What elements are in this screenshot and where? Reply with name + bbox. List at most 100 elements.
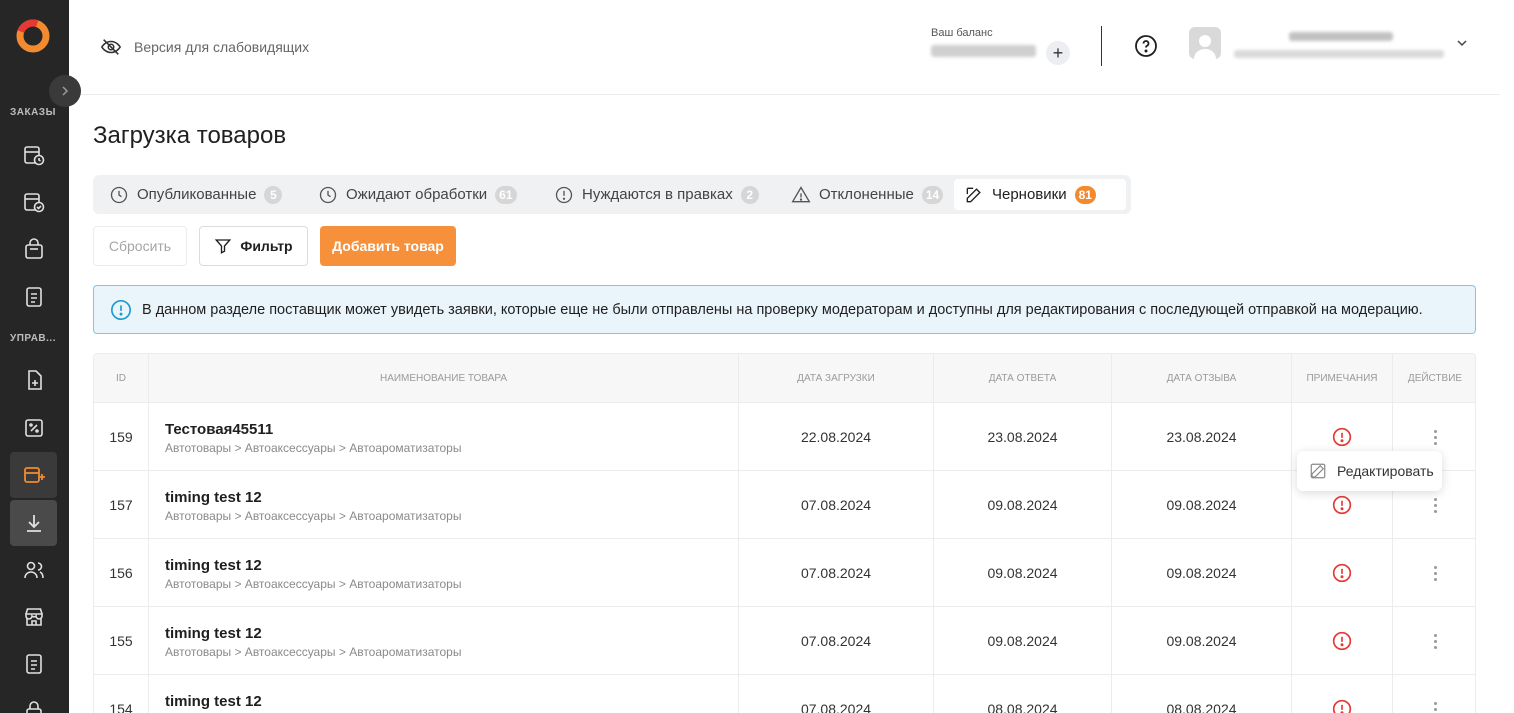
user-icon	[1194, 35, 1216, 59]
table-row[interactable]: 154timing test 12Автотовары > Автоаксесс…	[94, 675, 1475, 713]
sidebar-item-add-product[interactable]	[10, 452, 57, 498]
tab-label: Ожидают обработки	[346, 186, 488, 203]
logo-icon[interactable]	[14, 16, 52, 54]
cell-notes[interactable]	[1292, 607, 1393, 675]
column-header-answer-date[interactable]: Дата ответа	[934, 354, 1112, 403]
cell-notes[interactable]	[1292, 539, 1393, 607]
cell-upload-date: 07.08.2024	[739, 471, 934, 539]
tab-drafts[interactable]: Черновики 81	[954, 179, 1126, 210]
product-title[interactable]: timing test 12	[165, 625, 262, 642]
sidebar-item-store[interactable]	[10, 594, 57, 640]
sidebar-item-upload[interactable]	[10, 500, 57, 546]
document-icon	[25, 287, 42, 307]
cell-action[interactable]	[1393, 539, 1475, 607]
product-category: Автотовары > Автоаксессуары > Автоаромат…	[165, 509, 462, 523]
user-name-blurred[interactable]	[1289, 32, 1393, 41]
table-row[interactable]: 156 timing test 12 Автотовары > Автоаксесс…	[94, 539, 1475, 607]
cell-id: 156	[94, 539, 149, 607]
alert-circle-icon[interactable]	[1332, 427, 1352, 447]
tab-label: Нуждаются в правках	[582, 186, 733, 203]
cart-clock-icon	[23, 146, 44, 166]
chevron-down-icon[interactable]	[1455, 36, 1469, 50]
user-email-blurred[interactable]	[1234, 50, 1444, 58]
sidebar-item-bag[interactable]	[10, 226, 57, 272]
column-header-withdraw-date[interactable]: Дата отзыва	[1112, 354, 1292, 403]
cell-withdraw-date: 23.08.2024	[1112, 403, 1292, 471]
bag-icon	[24, 238, 43, 259]
edit-icon	[966, 187, 981, 202]
cell-withdraw-date: 09.08.2024	[1112, 607, 1292, 675]
info-banner: В данном разделе поставщик может увидеть…	[93, 285, 1476, 334]
cell-withdraw-date: 09.08.2024	[1112, 471, 1292, 539]
sidebar-item-reports[interactable]	[10, 641, 57, 687]
column-header-id[interactable]: ID	[94, 354, 149, 403]
edit-menu-item[interactable]: Редактировать	[1337, 463, 1434, 479]
alert-circle-icon	[555, 186, 573, 203]
alert-circle-icon[interactable]	[1332, 495, 1352, 515]
help-icon[interactable]	[1134, 34, 1158, 58]
product-title[interactable]: timing test 12	[165, 693, 262, 710]
product-category: Автотовары > Автоаксессуары > Автоаромат…	[165, 441, 462, 455]
add-product-button[interactable]: Добавить товар	[320, 226, 456, 266]
sidebar-item-users[interactable]	[10, 547, 57, 593]
tab-published[interactable]: Опубликованные 5	[99, 179, 292, 210]
sidebar-item-discounts[interactable]	[10, 405, 57, 451]
tab-pending[interactable]: Ожидают обработки 61	[308, 179, 527, 210]
info-text: В данном разделе поставщик может увидеть…	[142, 301, 1423, 318]
table-row[interactable]: 159 Тестовая45511 Автотовары > Автоаксессу…	[94, 403, 1475, 471]
column-header-name[interactable]: Наименование товара	[149, 354, 739, 403]
cell-name: timing test 12 Автотовары > Автоаксессуар…	[149, 539, 739, 607]
tab-count-badge: 81	[1074, 185, 1096, 204]
sidebar-collapse-button[interactable]	[49, 75, 81, 107]
more-vertical-icon[interactable]	[1433, 565, 1437, 581]
cell-answer-date: 08.08.2024	[934, 675, 1112, 713]
tab-rejected[interactable]: Отклоненные 14	[781, 179, 953, 210]
cell-notes[interactable]	[1292, 675, 1393, 713]
column-header-upload-date[interactable]: Дата загрузки	[739, 354, 934, 403]
avatar[interactable]	[1189, 27, 1221, 59]
more-vertical-icon[interactable]	[1433, 497, 1437, 513]
table-row[interactable]: 157 timing test 12 Автотовары > Автоаксесс…	[94, 471, 1475, 539]
column-header-action: Действие	[1407, 373, 1463, 384]
sidebar-item-document[interactable]	[10, 274, 57, 320]
column-header-notes: Примечания	[1292, 354, 1393, 403]
product-title[interactable]: Тестовая45511	[165, 421, 273, 438]
sidebar-item-orders-history[interactable]	[10, 132, 57, 178]
product-title[interactable]: timing test 12	[165, 557, 262, 574]
cell-answer-date: 09.08.2024	[934, 471, 1112, 539]
alert-circle-icon[interactable]	[1332, 631, 1352, 651]
more-vertical-icon[interactable]	[1433, 701, 1437, 713]
tab-label: Отклоненные	[819, 186, 914, 203]
more-vertical-icon[interactable]	[1433, 633, 1437, 649]
product-title[interactable]: timing test 12	[165, 489, 262, 506]
sidebar: ЗАКАЗЫ УПРАВ...	[0, 0, 69, 713]
sidebar-item-price-tag[interactable]	[10, 357, 57, 403]
tab-needs-fixes[interactable]: Нуждаются в правках 2	[544, 179, 769, 210]
header-divider	[1101, 26, 1102, 66]
cart-check-icon	[23, 193, 44, 213]
filter-icon	[215, 239, 232, 254]
report-icon	[25, 654, 42, 674]
clock-icon	[110, 186, 128, 203]
reset-button[interactable]: Сбросить	[93, 226, 187, 266]
sidebar-item-lock[interactable]	[10, 688, 57, 713]
sidebar-section-orders: ЗАКАЗЫ	[10, 107, 56, 118]
sidebar-item-orders-done[interactable]	[10, 179, 57, 225]
row-action-menu[interactable]: Редактировать	[1297, 451, 1442, 491]
sidebar-section-manage: УПРАВ...	[10, 333, 56, 344]
top-up-balance-button[interactable]: +	[1046, 41, 1070, 65]
cell-name: timing test 12 Автотовары > Автоаксессуар…	[149, 607, 739, 675]
cell-withdraw-date: 08.08.2024	[1112, 675, 1292, 713]
cell-upload-date: 07.08.2024	[739, 539, 934, 607]
alert-circle-icon[interactable]	[1332, 699, 1352, 713]
accessibility-toggle[interactable]: Версия для слабовидящих	[100, 36, 309, 58]
alert-circle-icon[interactable]	[1332, 563, 1352, 583]
file-plus-icon	[27, 370, 42, 390]
filter-button[interactable]: Фильтр	[199, 226, 308, 266]
cell-upload-date: 07.08.2024	[739, 675, 934, 713]
table-row[interactable]: 155 timing test 12 Автотовары > Автоаксесс…	[94, 607, 1475, 675]
cell-action[interactable]	[1393, 675, 1475, 713]
more-vertical-icon[interactable]	[1433, 429, 1437, 445]
cell-action[interactable]	[1393, 607, 1475, 675]
cell-name: Тестовая45511 Автотовары > Автоаксессуары…	[149, 403, 739, 471]
